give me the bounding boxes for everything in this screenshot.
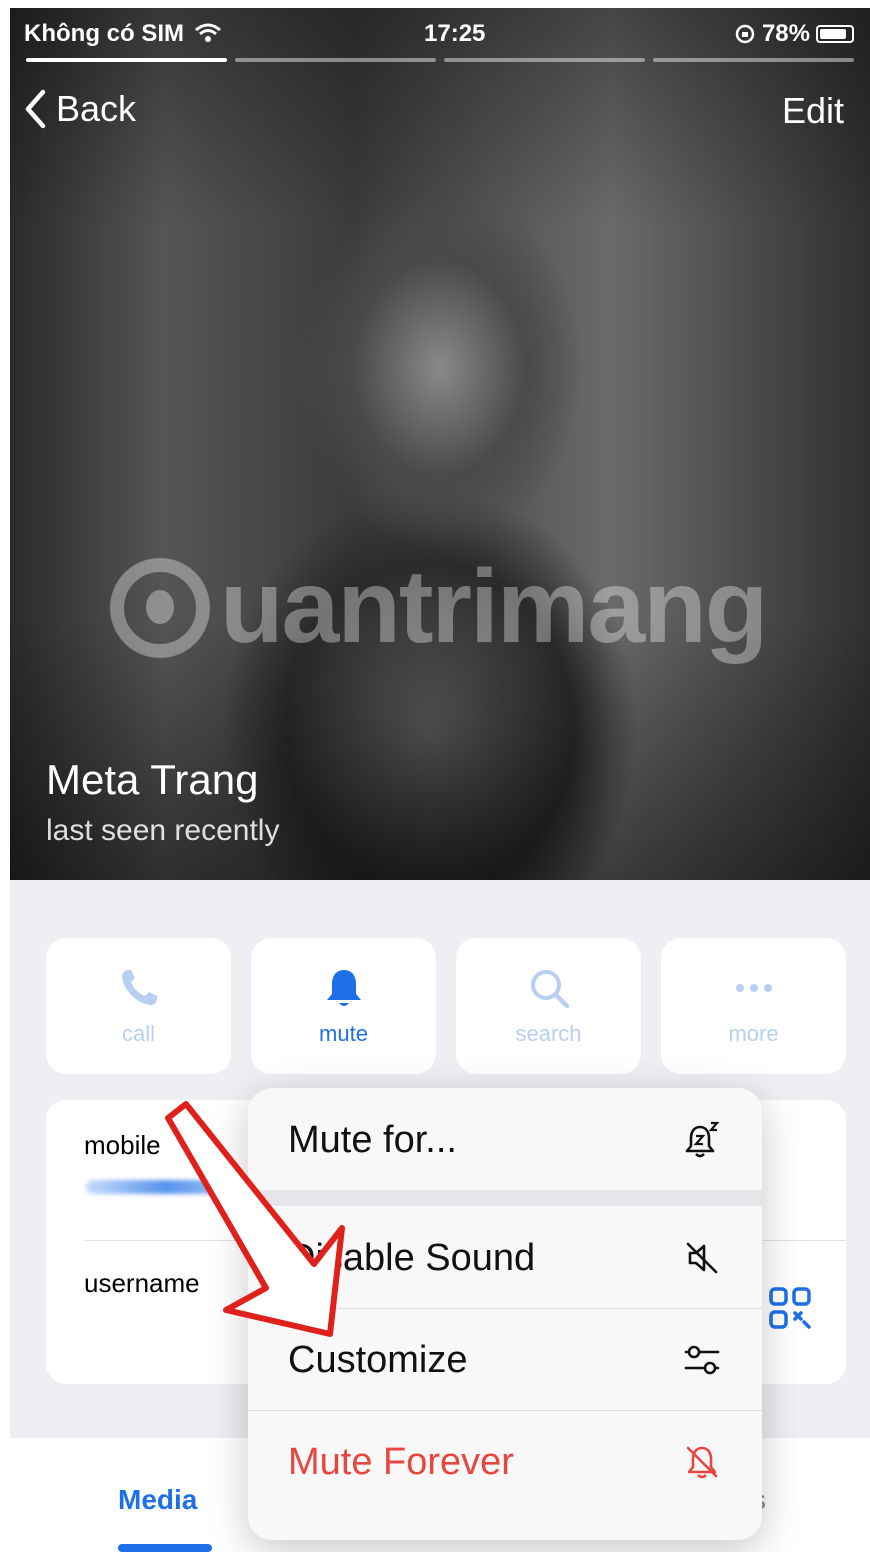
mute-for-item[interactable]: Mute for... xyxy=(248,1090,762,1190)
profile-photo[interactable]: uantrimang Không có SIM 17:25 78% Back E… xyxy=(10,8,870,880)
search-button[interactable]: search xyxy=(456,938,641,1074)
battery-percent: 78% xyxy=(761,20,810,47)
search-icon xyxy=(530,970,569,1009)
status-bar: Không có SIM 17:25 78% xyxy=(24,20,856,52)
lightbulb-icon xyxy=(110,557,210,658)
mute-forever-item[interactable]: Mute Forever xyxy=(248,1412,762,1512)
username-label: username xyxy=(84,1268,200,1298)
wifi-icon xyxy=(194,23,221,42)
qr-code-icon[interactable] xyxy=(768,1286,812,1330)
bell-icon xyxy=(326,970,361,1006)
orientation-lock-icon xyxy=(735,24,755,44)
speaker-off-icon xyxy=(686,1242,718,1274)
phone-icon xyxy=(121,970,157,1005)
call-button[interactable]: call xyxy=(46,938,231,1074)
action-buttons: call mute search more xyxy=(46,938,846,1074)
clock: 17:25 xyxy=(424,20,486,47)
mobile-label: mobile xyxy=(84,1130,161,1160)
photo-pagination xyxy=(26,58,854,62)
edit-button[interactable]: Edit xyxy=(782,90,844,132)
last-seen-status: last seen recently xyxy=(46,814,280,847)
disable-sound-item[interactable]: Disable Sound xyxy=(248,1208,762,1308)
chevron-left-icon xyxy=(25,89,46,129)
contact-name: Meta Trang xyxy=(46,756,259,803)
more-button[interactable]: more xyxy=(661,938,846,1074)
tab-indicator xyxy=(118,1544,212,1552)
carrier-label: Không có SIM xyxy=(24,20,221,48)
mute-context-menu: Mute for... Disable Sound Customize Mute… xyxy=(248,1088,762,1540)
battery-icon xyxy=(816,25,854,43)
watermark-logo: uantrimang xyxy=(110,548,768,667)
bell-snooze-icon xyxy=(685,1121,720,1158)
phone-number-redacted[interactable] xyxy=(86,1180,246,1194)
tab-media[interactable]: Media xyxy=(118,1484,197,1516)
mute-button[interactable]: mute xyxy=(251,938,436,1074)
ellipsis-icon xyxy=(735,984,772,992)
back-button[interactable]: Back xyxy=(24,88,136,130)
sliders-icon xyxy=(684,1345,720,1375)
bell-slash-icon xyxy=(686,1446,718,1479)
telegram-profile-screen: uantrimang Không có SIM 17:25 78% Back E… xyxy=(10,8,870,1552)
customize-item[interactable]: Customize xyxy=(248,1310,762,1410)
